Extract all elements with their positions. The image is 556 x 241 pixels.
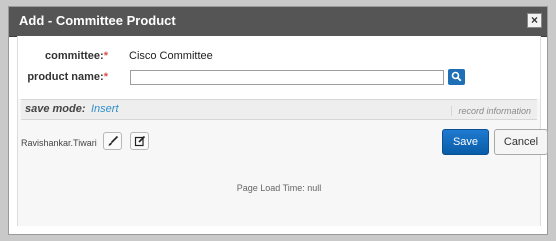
edit-icon-glyph	[134, 135, 145, 147]
record-information-link[interactable]: record information	[451, 106, 531, 116]
edit-icon[interactable]	[130, 132, 149, 150]
search-icon-glyph	[451, 71, 462, 82]
save-mode-value: Insert	[91, 103, 119, 115]
dialog-title: Add - Committee Product	[19, 13, 176, 28]
committee-label-text: committee:	[45, 50, 104, 62]
page-load-time: Page Load Time: null	[236, 183, 322, 193]
cancel-button[interactable]: Cancel	[494, 129, 548, 155]
dialog-titlebar: Add - Committee Product ×	[9, 7, 547, 37]
required-marker: *	[103, 50, 108, 62]
brush-icon[interactable]	[103, 132, 122, 150]
search-icon[interactable]	[448, 69, 465, 85]
product-name-input[interactable]	[130, 70, 444, 85]
committee-label: committee:*	[16, 50, 108, 62]
brush-icon-glyph	[108, 135, 118, 146]
save-mode-label: save mode:	[25, 103, 86, 115]
dialog-body: committee:* Cisco Committee product name…	[17, 36, 548, 226]
form-area: committee:* Cisco Committee product name…	[18, 36, 540, 99]
close-icon[interactable]: ×	[527, 13, 542, 28]
product-name-label-text: product name:	[27, 71, 104, 83]
current-user: Ravishankar.Tiwari	[21, 138, 97, 148]
save-button[interactable]: Save	[442, 129, 489, 155]
required-marker: *	[103, 71, 108, 83]
committee-value: Cisco Committee	[129, 50, 213, 62]
add-committee-product-dialog: Add - Committee Product × committee:* Ci…	[8, 6, 548, 235]
product-name-label: product name:*	[16, 71, 108, 83]
save-mode-bar: save mode: Insert record information	[21, 99, 537, 120]
